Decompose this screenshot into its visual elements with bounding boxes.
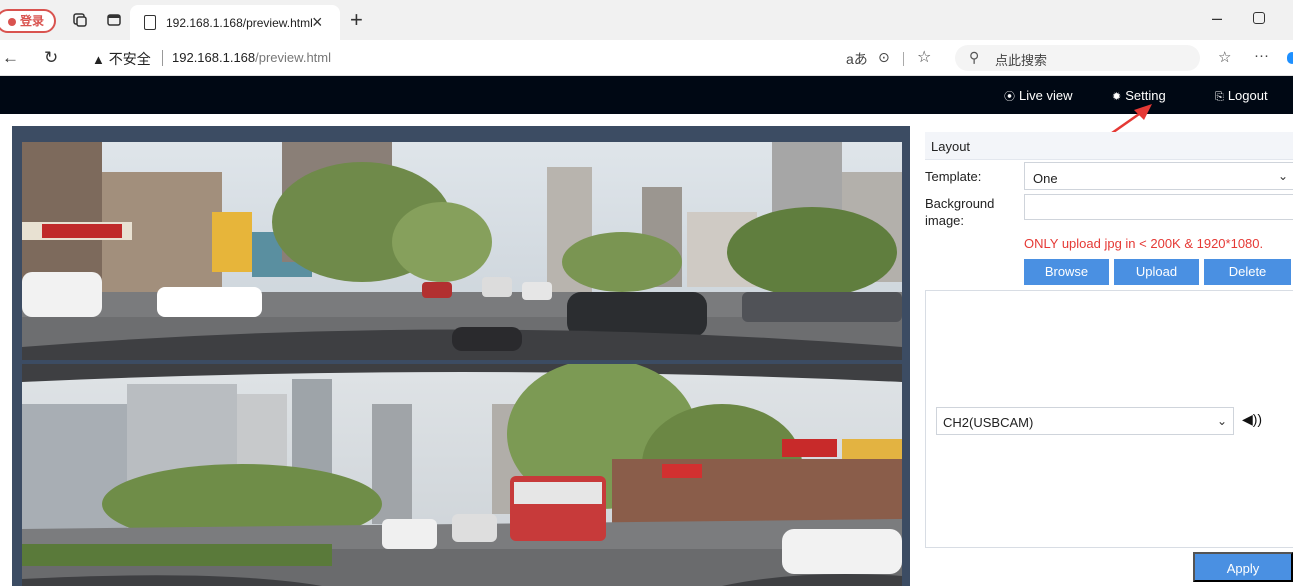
nav-setting-label: Setting xyxy=(1125,88,1166,103)
channel-select[interactable]: CH2(USBCAM) ⌄ xyxy=(936,407,1234,435)
read-aloud-icon[interactable]: aあ xyxy=(846,49,868,69)
nav-live-view-label: Live view xyxy=(1019,88,1073,103)
url-field[interactable]: 192.168.1.168/preview.html xyxy=(172,50,331,65)
search-placeholder: 点此搜索 xyxy=(995,53,1048,68)
layout-section-header: Layout xyxy=(925,132,1293,160)
window-minimize-button[interactable]: – xyxy=(1212,8,1222,29)
camera-view-top[interactable] xyxy=(22,142,902,360)
upload-note: ONLY upload jpg in < 200K & 1920*1080. xyxy=(1024,236,1264,251)
nav-setting[interactable]: ✹ Setting xyxy=(1112,88,1166,103)
toolbar-separator xyxy=(903,52,904,66)
delete-button[interactable]: Delete xyxy=(1204,259,1291,285)
tab-close-button[interactable]: × xyxy=(312,12,323,33)
login-badge[interactable]: 登录 xyxy=(0,9,56,33)
refresh-icon[interactable]: ↻ xyxy=(44,48,58,68)
tab-title: 192.168.1.168/preview.html xyxy=(166,16,313,30)
new-tab-button[interactable]: + xyxy=(350,7,363,33)
warning-triangle-icon: ▲ xyxy=(92,52,105,67)
favorite-star-icon[interactable]: ☆ xyxy=(917,47,931,67)
window-restore-button[interactable] xyxy=(1253,12,1265,24)
speaker-icon[interactable]: ◀)) xyxy=(1242,411,1262,428)
chevron-down-icon: ⌄ xyxy=(1216,414,1227,428)
channel-layout-box: CH2(USBCAM) ⌄ ◀)) xyxy=(925,290,1293,548)
security-warning[interactable]: ▲ 不安全 xyxy=(92,49,151,69)
video-preview-frame xyxy=(12,126,910,586)
search-icon: ⚲ xyxy=(969,49,980,65)
gear-icon: ✹ xyxy=(1112,91,1122,103)
copilot-icon[interactable] xyxy=(1287,52,1293,64)
tab-preview[interactable]: 192.168.1.168/preview.html × xyxy=(130,5,340,40)
login-dot-icon xyxy=(8,17,16,26)
more-menu-icon[interactable]: ··· xyxy=(1254,47,1269,64)
search-box[interactable]: ⚲ 点此搜索 xyxy=(955,45,1200,71)
page-icon xyxy=(144,15,156,30)
url-host: 192.168.1.168 xyxy=(172,50,256,65)
street-scene-image-top xyxy=(22,142,902,360)
nav-logout-label: Logout xyxy=(1227,88,1268,103)
address-separator xyxy=(162,50,163,66)
template-select[interactable]: One ⌄ xyxy=(1024,162,1293,190)
nav-logout[interactable]: ⎘ Logout xyxy=(1215,88,1268,104)
browse-button[interactable]: Browse xyxy=(1024,259,1109,285)
extension-icon[interactable]: ⊙ xyxy=(878,49,890,66)
favorites-bar-icon[interactable]: ☆ xyxy=(1218,48,1231,66)
settings-panel: Layout Template: One ⌄ Background image:… xyxy=(925,126,1293,582)
template-label: Template: xyxy=(925,169,982,184)
background-label-line2: image: xyxy=(925,213,965,228)
browser-tab-bar: 登录 192.168.1.168/preview.html × + – xyxy=(0,0,1293,40)
play-circle-icon: ⦿ xyxy=(1004,91,1015,103)
security-warning-label: 不安全 xyxy=(108,51,151,67)
background-image-input[interactable] xyxy=(1024,194,1293,220)
app-header: ⦿ Live view ✹ Setting ⎘ Logout xyxy=(0,76,1293,114)
nav-live-view[interactable]: ⦿ Live view xyxy=(1004,88,1072,104)
back-arrow-icon[interactable]: ← xyxy=(2,48,19,68)
street-scene-image-bottom xyxy=(22,364,902,586)
tab-list-icon[interactable] xyxy=(106,12,122,28)
chevron-down-icon: ⌄ xyxy=(1277,169,1288,183)
login-badge-label: 登录 xyxy=(20,14,45,28)
background-label: Background xyxy=(925,196,995,211)
url-path: /preview.html xyxy=(255,50,332,65)
upload-button[interactable]: Upload xyxy=(1114,259,1199,285)
channel-select-value: CH2(USBCAM) xyxy=(943,415,1034,430)
camera-view-bottom[interactable] xyxy=(22,364,902,586)
address-bar: ← ↻ ▲ 不安全 192.168.1.168/preview.html aあ … xyxy=(0,40,1293,76)
tab-actions-icon[interactable] xyxy=(72,12,88,28)
logout-icon: ⎘ xyxy=(1215,91,1224,103)
layout-section-title: Layout xyxy=(931,139,971,154)
apply-button[interactable]: Apply xyxy=(1193,552,1293,582)
template-select-value: One xyxy=(1033,171,1058,186)
